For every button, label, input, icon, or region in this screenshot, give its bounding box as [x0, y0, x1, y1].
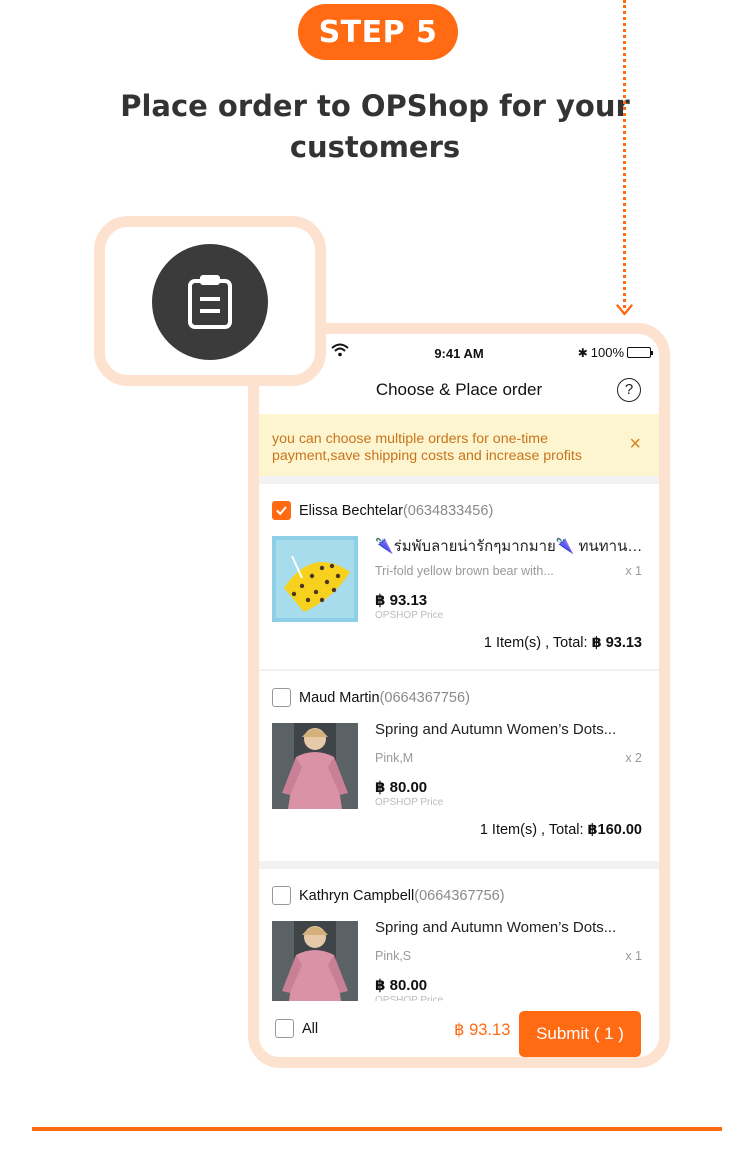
customer-row: Kathryn Campbell (0664367756): [272, 886, 505, 905]
order-checkbox[interactable]: [272, 688, 291, 707]
bluetooth-icon: ✱: [577, 345, 588, 360]
order-checkbox[interactable]: [272, 886, 291, 905]
product-qty: x 1: [625, 949, 642, 963]
close-icon[interactable]: ×: [629, 434, 641, 454]
step-badge: STEP 5: [298, 4, 458, 60]
customer-name: Maud Martin: [299, 689, 380, 706]
customer-name: Elissa Bechtelar: [299, 502, 403, 519]
customer-phone: (0634833456): [402, 502, 494, 519]
phone-mockup: 9:41 AM ✱ 100% Choose & Place order ? yo…: [248, 323, 670, 1068]
price-label: OPSHOP Price: [375, 797, 444, 808]
select-all[interactable]: All: [275, 1019, 318, 1038]
order-card: Elissa Bechtelar (0634833456) 🌂ร่มพับลาย…: [259, 484, 659, 669]
price-label: OPSHOP Price: [375, 610, 444, 621]
nav-title: Choose & Place order: [375, 380, 543, 399]
product-image[interactable]: [272, 921, 358, 1004]
umbrella-image: [276, 540, 354, 618]
submit-button[interactable]: Submit ( 1 ): [519, 1011, 641, 1057]
product-qty: x 1: [625, 564, 642, 578]
customer-phone: (0664367756): [414, 887, 505, 904]
dress-image: [272, 723, 358, 809]
product-qty: x 2: [625, 751, 642, 765]
status-indicators: ✱ 100%: [577, 345, 653, 360]
product-price: ฿ 93.13: [375, 592, 428, 609]
clipboard-icon: [188, 275, 232, 329]
customer-name: Kathryn Campbell: [299, 887, 415, 904]
order-card: Kathryn Campbell (0664367756) Spring and…: [259, 869, 659, 1004]
product-variant: Pink,S: [375, 949, 412, 963]
page-title: Place order to OPShop for your customers: [120, 89, 630, 164]
product-title: Spring and Autumn Women’s Dots...: [375, 721, 617, 738]
order-card: Maud Martin (0664367756) Spring and Autu…: [259, 671, 659, 861]
select-all-label: All: [302, 1020, 319, 1037]
product-price: ฿ 80.00: [375, 977, 428, 994]
icon-circle: [152, 244, 268, 360]
customer-phone: (0664367756): [379, 689, 470, 706]
app-screen: 9:41 AM ✱ 100% Choose & Place order ? yo…: [259, 334, 659, 1057]
product-price: ฿ 80.00: [375, 779, 428, 796]
nav-bar: Choose & Place order ?: [259, 368, 659, 414]
grand-total: ฿ 93.13: [454, 1021, 511, 1039]
order-total-prefix: 1 Item(s) , Total:: [483, 635, 592, 651]
tip-banner-text: you can choose multiple orders for one-t…: [272, 431, 582, 464]
product-image[interactable]: [272, 536, 358, 622]
arrow-down-icon: [616, 304, 633, 316]
battery-icon: [627, 347, 653, 358]
order-total: 1 Item(s) , Total: ฿ 93.13: [484, 635, 642, 651]
tip-banner: you can choose multiple orders for one-t…: [259, 414, 659, 476]
dress-image: [272, 921, 358, 1004]
status-time: 9:41 AM: [434, 346, 484, 361]
product-title: 🌂ร่มพับลายน่ารักๆมากมาย🌂 ทนทานแข็...: [375, 538, 645, 555]
battery-percent: 100%: [590, 345, 624, 360]
dotted-connector: [623, 0, 626, 308]
wifi-icon: [331, 343, 349, 357]
product-variant: Pink,M: [375, 751, 414, 765]
customer-row: Elissa Bechtelar (0634833456): [272, 501, 493, 520]
checkout-bar: All ฿ 93.13 Submit ( 1 ): [259, 1001, 659, 1057]
product-image[interactable]: [272, 723, 358, 809]
order-total: 1 Item(s) , Total: ฿160.00: [480, 822, 642, 838]
feature-icon-badge: [94, 216, 326, 386]
order-total-value: ฿ 93.13: [591, 635, 642, 651]
checkmark-icon: [276, 506, 287, 516]
product-variant: Tri-fold yellow brown bear with...: [375, 564, 554, 578]
product-title: Spring and Autumn Women’s Dots...: [375, 919, 617, 936]
divider: [32, 1127, 722, 1131]
order-total-prefix: 1 Item(s) , Total:: [479, 822, 588, 838]
order-total-value: ฿160.00: [587, 822, 642, 838]
help-icon[interactable]: ?: [617, 378, 641, 402]
order-checkbox[interactable]: [272, 501, 291, 520]
customer-row: Maud Martin (0664367756): [272, 688, 470, 707]
select-all-checkbox[interactable]: [275, 1019, 294, 1038]
